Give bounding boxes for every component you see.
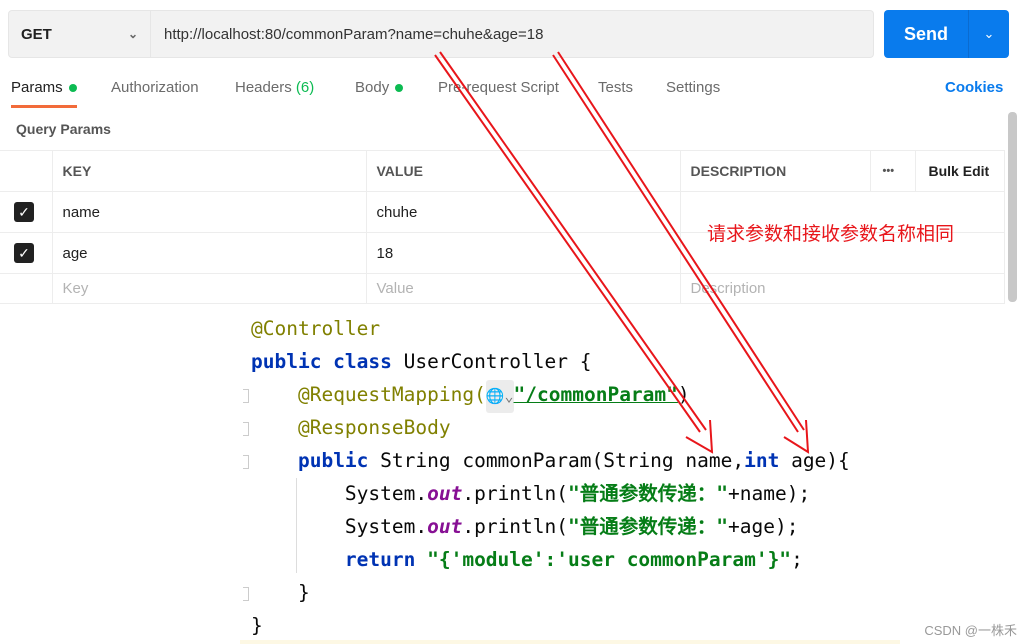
watermark: CSDN @一株禾 [924, 623, 1017, 638]
arrow-to-name-icon [434, 51, 714, 454]
arrow-to-age-icon [552, 51, 810, 454]
arrows-overlay [434, 51, 810, 454]
